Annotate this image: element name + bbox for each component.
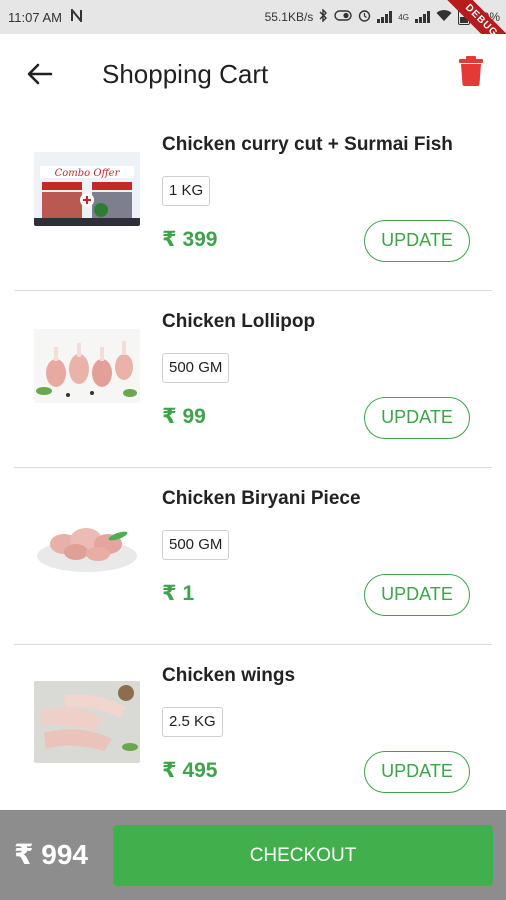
page-title: Shopping Cart [102,59,269,89]
update-button[interactable]: UPDATE [364,574,470,616]
arrow-left-icon [27,63,53,85]
toggle-icon [334,10,352,24]
cart-total: ₹ 994 [14,839,88,870]
bluetooth-icon [319,8,328,25]
item-price: ₹ 495 [162,759,218,782]
cart-list: Combo Offer Chicken curry cut + Surmai F… [0,114,506,822]
trash-icon [459,56,483,86]
signal-4g-icon [414,11,430,23]
alarm-icon [358,9,371,25]
status-bar: 11:07 AM 55.1KB/s 4G 49% DEBUG [0,0,506,67]
item-name: Chicken Lollipop [162,311,316,332]
wings-image[interactable] [34,681,140,763]
item-price: ₹ 99 [162,405,206,428]
lollipop-image[interactable] [34,329,140,403]
signal-icon [377,11,393,23]
back-button[interactable] [22,56,58,92]
item-name: Chicken wings [162,665,296,686]
delete-cart-button[interactable] [458,56,486,88]
quantity-badge: 1 KG [162,176,211,206]
update-button[interactable]: UPDATE [364,397,470,439]
quantity-badge: 500 GM [162,530,230,560]
cart-item: Chicken wings 2.5 KG ₹ 495 UPDATE [0,645,506,822]
item-name: Chicken Biryani Piece [162,488,361,509]
cart-item: Chicken Biryani Piece 500 GM ₹ 1 UPDATE [0,468,506,645]
cart-item: Chicken Lollipop 500 GM ₹ 99 UPDATE [0,291,506,468]
quantity-badge: 500 GM [162,353,230,383]
network-speed: 55.1KB/s [264,10,314,24]
svg-text:Combo Offer: Combo Offer [55,168,121,179]
status-time: 11:07 AM [8,9,62,25]
network-type: 4G [398,12,409,22]
cart-item: Combo Offer Chicken curry cut + Surmai F… [0,114,506,291]
checkout-button[interactable]: CHECKOUT [113,825,493,886]
update-button[interactable]: UPDATE [364,751,470,793]
item-price: ₹ 399 [162,228,218,251]
update-button[interactable]: UPDATE [364,220,470,262]
checkout-bar: ₹ 994 CHECKOUT [0,810,506,900]
biryani-piece-image[interactable] [34,506,140,580]
app-bar: Shopping Cart [0,34,506,114]
notification-n-icon [70,7,83,25]
item-price: ₹ 1 [162,582,195,605]
quantity-badge: 2.5 KG [162,707,223,737]
item-name: Chicken curry cut + Surmai Fish [162,134,453,155]
combo-offer-image[interactable]: Combo Offer [34,152,140,226]
wifi-icon [436,9,452,25]
